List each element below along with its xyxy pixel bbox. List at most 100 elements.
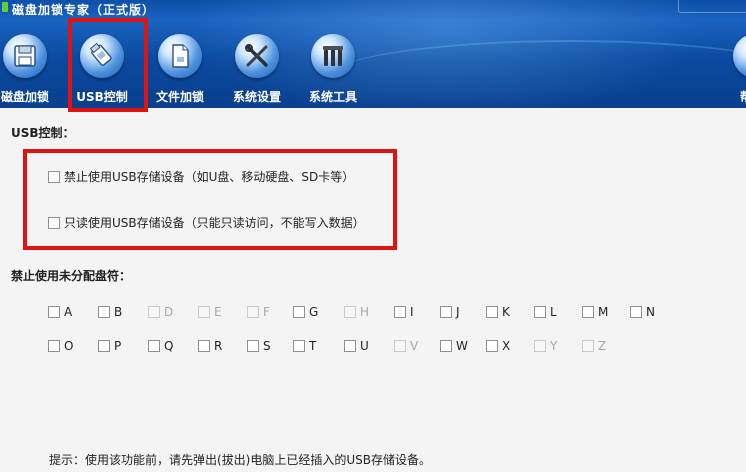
drive-checkbox[interactable] [247, 340, 259, 352]
drive-letter: L [550, 305, 557, 319]
drive-checkbox[interactable] [344, 306, 356, 318]
drive-checkbox[interactable] [148, 306, 160, 318]
wrench-screwdriver-icon [235, 34, 279, 78]
drive-option[interactable]: K [486, 305, 510, 319]
drive-option[interactable]: V [394, 339, 418, 353]
tools-icon [311, 34, 355, 78]
toolbar-label: 帮 [718, 88, 746, 105]
drive-checkbox[interactable] [440, 306, 452, 318]
toolbar-label: 系统设置 [232, 90, 281, 104]
drive-checkbox[interactable] [247, 306, 259, 318]
readonly-usb-label: 只读使用USB存储设备（只能只读访问，不能写入数据） [64, 216, 365, 230]
toolbar-system-tools[interactable]: 系统工具 [296, 30, 370, 106]
drive-letter: U [360, 339, 369, 353]
drive-checkbox[interactable] [440, 340, 452, 352]
drive-option[interactable]: Q [148, 339, 173, 353]
drive-checkbox[interactable] [198, 340, 210, 352]
drive-checkbox[interactable] [630, 306, 642, 318]
window-title: 磁盘加锁专家（正式版） [12, 3, 156, 17]
floppy-disk-icon [3, 34, 47, 78]
drive-letter: D [164, 305, 174, 319]
drive-letter: J [456, 305, 460, 319]
toolbar-label: 文件加锁 [155, 90, 204, 104]
drive-option[interactable]: G [293, 305, 318, 319]
usb-section-label: USB控制： [11, 126, 75, 140]
drive-letter: X [502, 339, 511, 353]
drive-checkbox[interactable] [582, 306, 594, 318]
drive-letter: W [456, 339, 468, 353]
drive-letter: V [410, 339, 419, 353]
drive-checkbox[interactable] [48, 306, 60, 318]
drive-option[interactable]: I [394, 305, 414, 319]
drive-checkbox[interactable] [98, 340, 110, 352]
drive-checkbox[interactable] [394, 340, 406, 352]
drive-option[interactable]: H [344, 305, 369, 319]
tip-text: 提示：使用该功能前，请先弹出(拔出)电脑上已经插入的USB存储设备。 [49, 453, 431, 467]
drive-section-label: 禁止使用未分配盘符： [11, 269, 132, 283]
toolbar-help[interactable]: 帮 [718, 30, 746, 106]
drive-letter: F [263, 305, 270, 319]
usb-control-highlight [68, 18, 148, 112]
drive-option[interactable]: O [48, 339, 73, 353]
drive-option[interactable]: Z [582, 339, 606, 353]
help-icon [733, 34, 746, 78]
drive-checkbox[interactable] [534, 306, 546, 318]
drive-option[interactable]: D [148, 305, 173, 319]
drive-option[interactable]: J [440, 305, 460, 319]
drive-checkbox[interactable] [98, 306, 110, 318]
drive-checkbox[interactable] [344, 340, 356, 352]
file-lock-icon [158, 34, 202, 78]
block-usb-checkbox[interactable] [48, 171, 60, 183]
drive-option[interactable]: U [344, 339, 369, 353]
window-controls[interactable] [678, 0, 746, 13]
drive-option[interactable]: X [486, 339, 510, 353]
drive-checkbox[interactable] [198, 306, 210, 318]
drive-letter: E [214, 305, 222, 319]
drive-checkbox[interactable] [148, 340, 160, 352]
drive-option[interactable]: T [293, 339, 316, 353]
drive-option[interactable]: B [98, 305, 122, 319]
drive-option[interactable]: L [534, 305, 557, 319]
drive-checkbox[interactable] [293, 340, 305, 352]
drive-letter: R [214, 339, 223, 353]
readonly-usb-checkbox[interactable] [48, 217, 60, 229]
usb-options-highlight [23, 149, 397, 250]
drive-letter: Y [550, 339, 558, 353]
drive-option[interactable]: N [630, 305, 655, 319]
drive-letter: N [646, 305, 655, 319]
drive-letter: H [360, 305, 370, 319]
drive-option[interactable]: Y [534, 339, 557, 353]
drive-letter: M [598, 305, 609, 319]
drive-checkbox[interactable] [582, 340, 594, 352]
drive-option[interactable]: F [247, 305, 270, 319]
drive-option[interactable]: E [198, 305, 222, 319]
drive-letter: Z [598, 339, 607, 353]
drive-letter: O [64, 339, 74, 353]
drive-option[interactable]: M [582, 305, 608, 319]
block-usb-option[interactable]: 禁止使用USB存储设备（如U盘、移动硬盘、SD卡等） [48, 168, 354, 185]
drive-letter: G [309, 305, 319, 319]
block-usb-label: 禁止使用USB存储设备（如U盘、移动硬盘、SD卡等） [64, 170, 355, 184]
drive-checkbox[interactable] [486, 306, 498, 318]
readonly-usb-option[interactable]: 只读使用USB存储设备（只能只读访问，不能写入数据） [48, 214, 365, 231]
drive-letter: Q [164, 339, 174, 353]
drive-option[interactable]: W [440, 339, 468, 353]
drive-letter: A [64, 305, 73, 319]
drive-letter: T [309, 339, 317, 353]
toolbar-label: 系统工具 [308, 90, 357, 104]
toolbar-disk-lock[interactable]: 磁盘加锁 [0, 30, 62, 106]
drive-checkbox[interactable] [293, 306, 305, 318]
drive-option[interactable]: P [98, 339, 121, 353]
drive-option[interactable]: A [48, 305, 72, 319]
drive-option[interactable]: R [198, 339, 222, 353]
toolbar-file-lock[interactable]: 文件加锁 [143, 30, 217, 106]
drive-checkbox[interactable] [48, 340, 60, 352]
drive-checkbox[interactable] [534, 340, 546, 352]
toolbar-system-settings[interactable]: 系统设置 [220, 30, 294, 106]
drive-letter: P [114, 339, 122, 353]
drive-letter: B [114, 305, 123, 319]
drive-checkbox[interactable] [486, 340, 498, 352]
drive-checkbox[interactable] [394, 306, 406, 318]
toolbar-label: 磁盘加锁 [0, 90, 49, 104]
drive-option[interactable]: S [247, 339, 271, 353]
